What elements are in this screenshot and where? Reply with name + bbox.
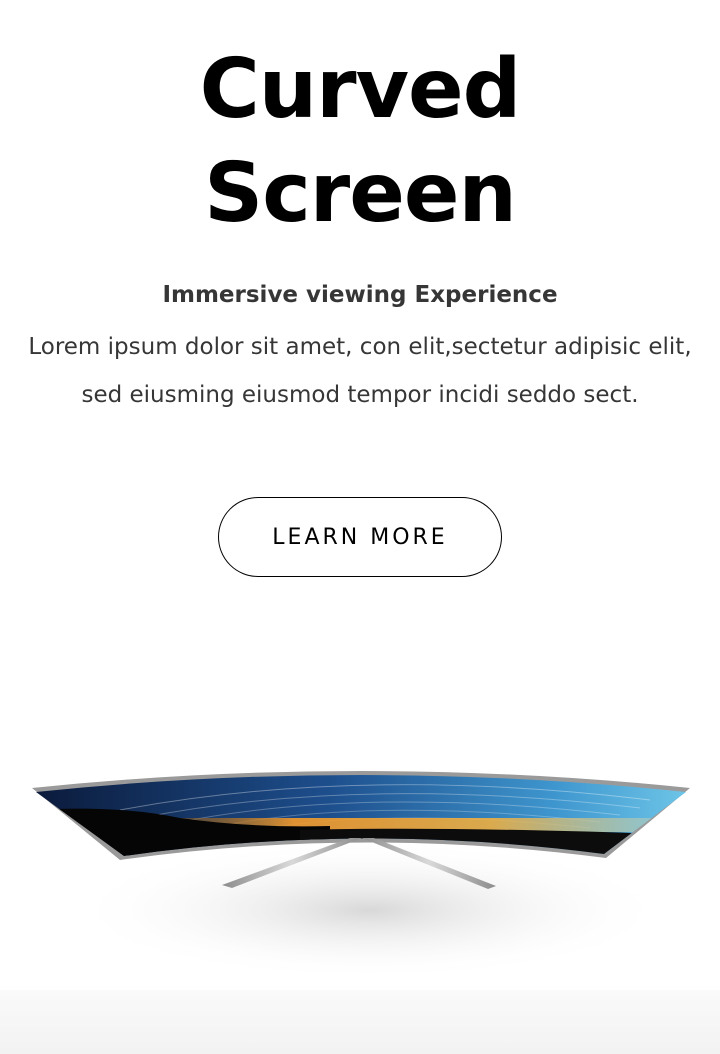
hero-subtitle: Immersive viewing Experience: [162, 282, 558, 308]
curved-tv-image: [32, 771, 690, 980]
learn-more-button[interactable]: LEARN MORE: [218, 497, 502, 577]
hero-section: Curved Screen Immersive viewing Experien…: [0, 0, 720, 1054]
hero-title-line-1: Curved: [199, 42, 522, 137]
hero-description: Lorem ipsum dolor sit amet, con elit,sec…: [28, 334, 692, 408]
tv-floor-shadow: [70, 840, 670, 980]
hero-title-line-2: Screen: [204, 146, 517, 241]
